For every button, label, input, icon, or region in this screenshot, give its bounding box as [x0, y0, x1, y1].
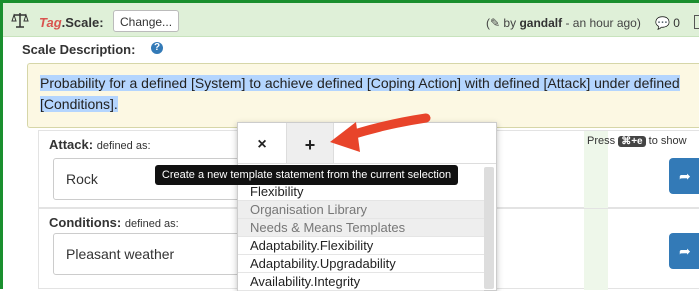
red-arrow-annotation — [330, 113, 431, 152]
list-group-header: Organisation Library — [238, 201, 484, 219]
share-icon: ➦ — [679, 168, 691, 184]
attack-label: Attack: defined as: — [49, 137, 151, 152]
conditions-label: Conditions: defined as: — [49, 215, 179, 230]
tooltip: Create a new template statement from the… — [155, 165, 458, 185]
byline: (✎ by gandalf - an hour ago) — [486, 16, 641, 30]
list-item[interactable]: Availability.Integrity — [238, 273, 484, 291]
template-list: Flexibility Organisation Library Needs &… — [238, 183, 484, 291]
list-item[interactable]: Flexibility — [238, 183, 484, 201]
attack-share-button[interactable]: ➦ — [669, 158, 699, 194]
scale-icon — [11, 13, 29, 28]
comments-count[interactable]: 💬 0 — [655, 16, 680, 30]
help-icon[interactable]: ? — [151, 42, 163, 54]
list-item[interactable]: Adaptability.Flexibility — [238, 237, 484, 255]
tag-title: Tag.Scale: — [39, 15, 104, 30]
popup-scrollbar[interactable] — [484, 167, 494, 289]
shortcut-hint: Press ⌘+e to show — [587, 135, 687, 147]
scale-description-label: Scale Description: — [22, 42, 136, 57]
close-button[interactable]: × — [238, 123, 286, 163]
share-icon: ➦ — [679, 243, 691, 259]
document-icon[interactable] — [694, 15, 699, 29]
conditions-share-button[interactable]: ➦ — [669, 233, 699, 269]
list-item[interactable]: Adaptability.Upgradability — [238, 255, 484, 273]
pencil-icon: ✎ — [490, 16, 501, 30]
highlight-strip — [584, 209, 608, 290]
conditions-input[interactable]: Pleasant weather — [53, 233, 243, 275]
change-button[interactable]: Change... — [113, 10, 180, 32]
list-group-header: Needs & Means Templates — [238, 219, 484, 237]
scale-description-text[interactable]: Probability for a defined [System] to ac… — [40, 73, 699, 115]
comment-icon: 💬 — [655, 16, 670, 30]
author-link[interactable]: gandalf — [519, 16, 562, 30]
tag-header: Tag.Scale: Change... (✎ by gandalf - an … — [3, 3, 699, 37]
